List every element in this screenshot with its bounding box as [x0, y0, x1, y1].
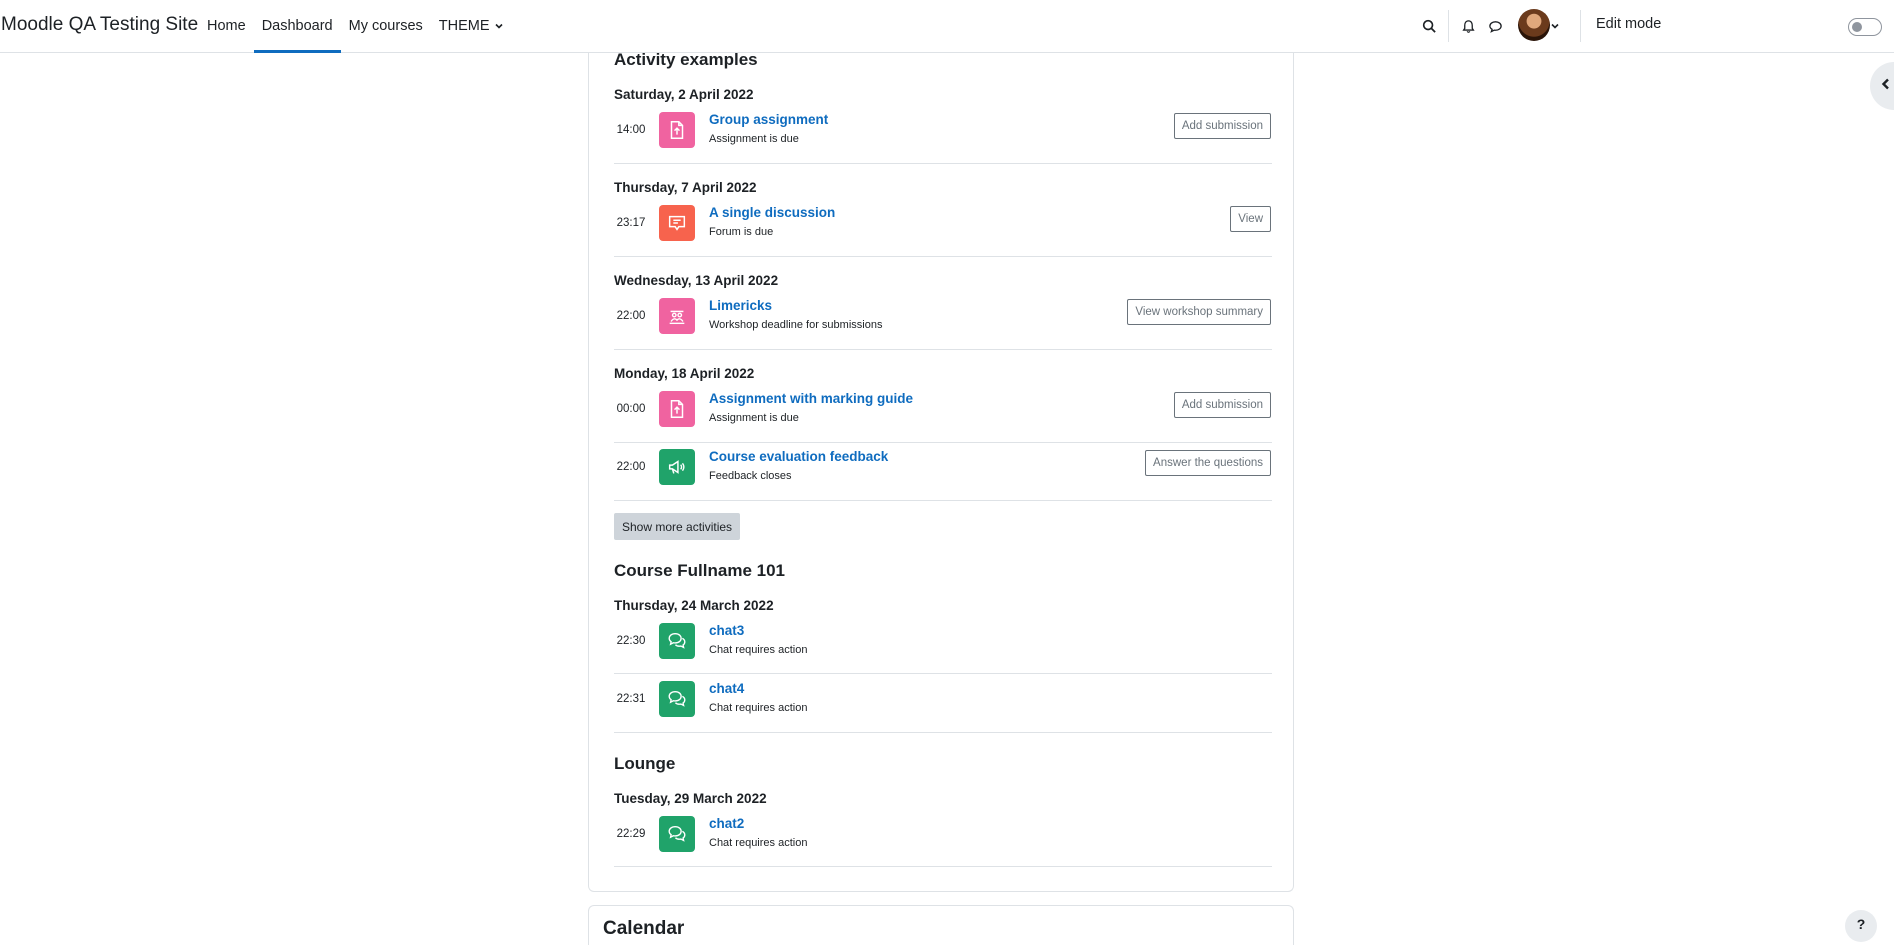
section-title[interactable]: Lounge — [614, 754, 675, 774]
chat-icon — [659, 681, 695, 717]
user-navigation: Edit mode — [1354, 0, 1894, 52]
block-title: Calendar — [603, 918, 685, 939]
user-menu-chevron-down-icon[interactable] — [1548, 15, 1562, 37]
forum-icon — [659, 205, 695, 241]
section-title[interactable]: Activity examples — [614, 50, 758, 70]
view-button[interactable]: View — [1230, 206, 1271, 232]
workshop-icon — [659, 298, 695, 334]
event-separator — [614, 500, 1272, 501]
event-name-link[interactable]: Limericks — [709, 298, 772, 313]
event-time: 22:00 — [616, 461, 646, 473]
view-workshop-summary-button[interactable]: View workshop summary — [1127, 299, 1271, 325]
nav-divider — [1448, 10, 1449, 42]
chat-icon — [659, 816, 695, 852]
event-separator — [614, 866, 1272, 867]
event-separator — [614, 732, 1272, 733]
event-name-link[interactable]: chat2 — [709, 816, 744, 831]
bell-icon[interactable] — [1457, 15, 1479, 37]
assignment-icon — [659, 391, 695, 427]
event-name-link[interactable]: chat4 — [709, 681, 744, 696]
event-description: Feedback closes — [709, 470, 792, 482]
event-description: Chat requires action — [709, 837, 808, 849]
event-separator — [614, 349, 1272, 350]
event-date: Monday, 18 April 2022 — [614, 366, 755, 381]
search-icon[interactable] — [1418, 15, 1440, 37]
event-name-link[interactable]: chat3 — [709, 623, 744, 638]
event-date: Tuesday, 29 March 2022 — [614, 791, 767, 806]
event-time: 22:31 — [616, 693, 646, 705]
event-description: Assignment is due — [709, 412, 799, 424]
feedback-icon — [659, 449, 695, 485]
chevron-down-icon — [494, 21, 504, 31]
event-date: Thursday, 24 March 2022 — [614, 598, 774, 613]
event-time: 22:29 — [616, 828, 646, 840]
event-time: 00:00 — [616, 403, 646, 415]
section-title[interactable]: Course Fullname 101 — [614, 561, 785, 581]
nav-my-courses[interactable]: My courses — [341, 0, 431, 52]
calendar-block: Calendar — [588, 905, 1294, 945]
messages-icon[interactable] — [1484, 15, 1506, 37]
event-separator — [614, 163, 1272, 164]
event-description: Forum is due — [709, 226, 774, 238]
event-name-link[interactable]: Assignment with marking guide — [709, 391, 913, 406]
user-avatar[interactable] — [1518, 9, 1550, 41]
nav-dashboard[interactable]: Dashboard — [253, 0, 341, 53]
event-date: Thursday, 7 April 2022 — [614, 180, 757, 195]
event-name-link[interactable]: Group assignment — [709, 112, 828, 127]
event-date: Saturday, 2 April 2022 — [614, 87, 754, 102]
chevron-left-icon — [1880, 77, 1892, 95]
open-drawer-button[interactable] — [1870, 62, 1894, 110]
event-time: 23:17 — [616, 217, 646, 229]
nav-theme-dropdown[interactable]: THEME — [431, 0, 512, 52]
event-time: 22:00 — [616, 310, 646, 322]
event-description: Chat requires action — [709, 702, 808, 714]
nav-divider — [1580, 10, 1581, 42]
timeline-block: Activity examples Saturday, 2 April 2022… — [588, 40, 1294, 892]
top-navbar: Moodle QA Testing Site Home Dashboard My… — [0, 0, 1894, 53]
event-description: Chat requires action — [709, 644, 808, 656]
add-submission-button[interactable]: Add submission — [1173, 113, 1271, 139]
event-separator — [614, 256, 1272, 257]
assignment-icon — [659, 112, 695, 148]
edit-mode-toggle[interactable] — [1848, 18, 1882, 36]
event-date: Wednesday, 13 April 2022 — [614, 273, 779, 288]
add-submission-button[interactable]: Add submission — [1173, 392, 1271, 418]
answer-the-questions-button[interactable]: Answer the questions — [1145, 450, 1271, 476]
help-button[interactable]: ? — [1845, 910, 1877, 942]
event-separator — [614, 673, 1272, 674]
event-time: 22:30 — [616, 635, 646, 647]
edit-mode-label: Edit mode — [1596, 16, 1662, 32]
nav-home[interactable]: Home — [199, 0, 254, 52]
site-name[interactable]: Moodle QA Testing Site — [1, 14, 198, 36]
show-more-activities-button[interactable]: Show more activities — [614, 513, 741, 540]
event-name-link[interactable]: A single discussion — [709, 205, 835, 220]
event-separator — [614, 442, 1272, 443]
event-time: 14:00 — [616, 124, 646, 136]
primary-navigation: Home Dashboard My courses THEME — [199, 0, 512, 53]
chat-icon — [659, 623, 695, 659]
event-name-link[interactable]: Course evaluation feedback — [709, 449, 888, 464]
nav-theme-label: THEME — [438, 18, 490, 34]
event-description: Assignment is due — [709, 133, 799, 145]
event-description: Workshop deadline for submissions — [709, 319, 883, 331]
